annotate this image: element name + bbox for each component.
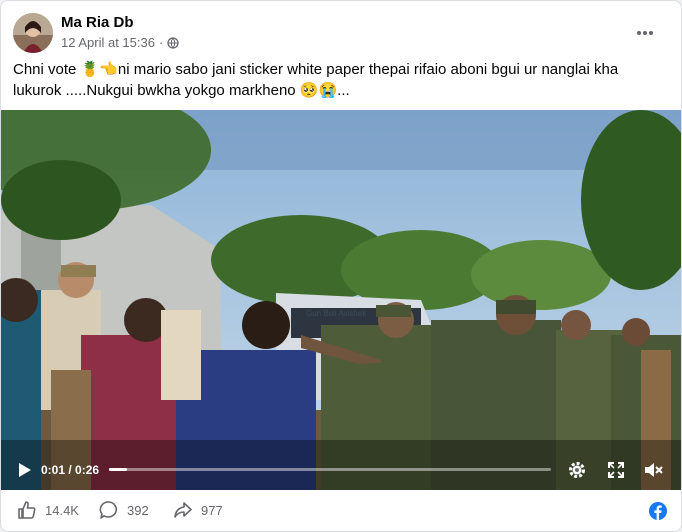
play-icon[interactable] bbox=[15, 461, 33, 479]
comment-button[interactable]: 392 bbox=[99, 500, 149, 520]
mute-icon[interactable] bbox=[643, 460, 663, 480]
video-controls: 0:01 / 0:26 bbox=[1, 450, 681, 490]
share-count: 977 bbox=[201, 502, 223, 518]
video-time: 0:01 / 0:26 bbox=[41, 463, 99, 477]
facebook-badge-icon[interactable] bbox=[649, 502, 667, 520]
globe-icon[interactable] bbox=[167, 36, 179, 49]
share-button[interactable]: 977 bbox=[173, 500, 223, 520]
like-count: 14.4K bbox=[45, 502, 79, 518]
post-text-line-1: Chni vote 🍍👈ni mario sabo jani sticker w… bbox=[13, 61, 619, 78]
post-meta: 12 April at 15:36 · bbox=[61, 35, 179, 50]
meta-separator: · bbox=[158, 35, 164, 50]
video-scrubber[interactable] bbox=[109, 468, 551, 471]
author-name[interactable]: Ma Ria Db bbox=[61, 14, 134, 31]
more-horizontal-icon[interactable] bbox=[631, 19, 659, 47]
duration: 0:26 bbox=[75, 463, 100, 477]
comment-icon bbox=[99, 501, 118, 519]
post-body: Chni vote 🍍👈ni mario sabo jani sticker w… bbox=[13, 59, 663, 101]
post-text-line-2: lukurok .....Nukgui bwkha yokgo markheno… bbox=[13, 82, 350, 99]
video-frame: Gun Boli Avishek bbox=[1, 110, 681, 490]
post-card: Ma Ria Db 12 April at 15:36 · Chni vote … bbox=[0, 0, 682, 532]
time-separator: / bbox=[65, 463, 76, 477]
like-button[interactable]: 14.4K bbox=[17, 500, 79, 520]
scrubber-progress bbox=[109, 468, 127, 471]
post-actions: 14.4K 392 977 bbox=[1, 490, 681, 531]
avatar[interactable] bbox=[13, 13, 53, 53]
video-player[interactable]: Gun Boli Avishek 0:01 / 0:26 bbox=[1, 110, 681, 490]
settings-icon[interactable] bbox=[567, 460, 587, 480]
like-icon bbox=[18, 501, 36, 519]
post-timestamp[interactable]: 12 April at 15:36 bbox=[61, 35, 155, 50]
current-time: 0:01 bbox=[41, 463, 66, 477]
fullscreen-icon[interactable] bbox=[606, 460, 626, 480]
post-header: Ma Ria Db 12 April at 15:36 · bbox=[13, 13, 669, 53]
share-icon bbox=[174, 502, 192, 518]
bus-text: Gun Boli Avishek bbox=[306, 309, 367, 318]
comment-count: 392 bbox=[127, 502, 149, 518]
